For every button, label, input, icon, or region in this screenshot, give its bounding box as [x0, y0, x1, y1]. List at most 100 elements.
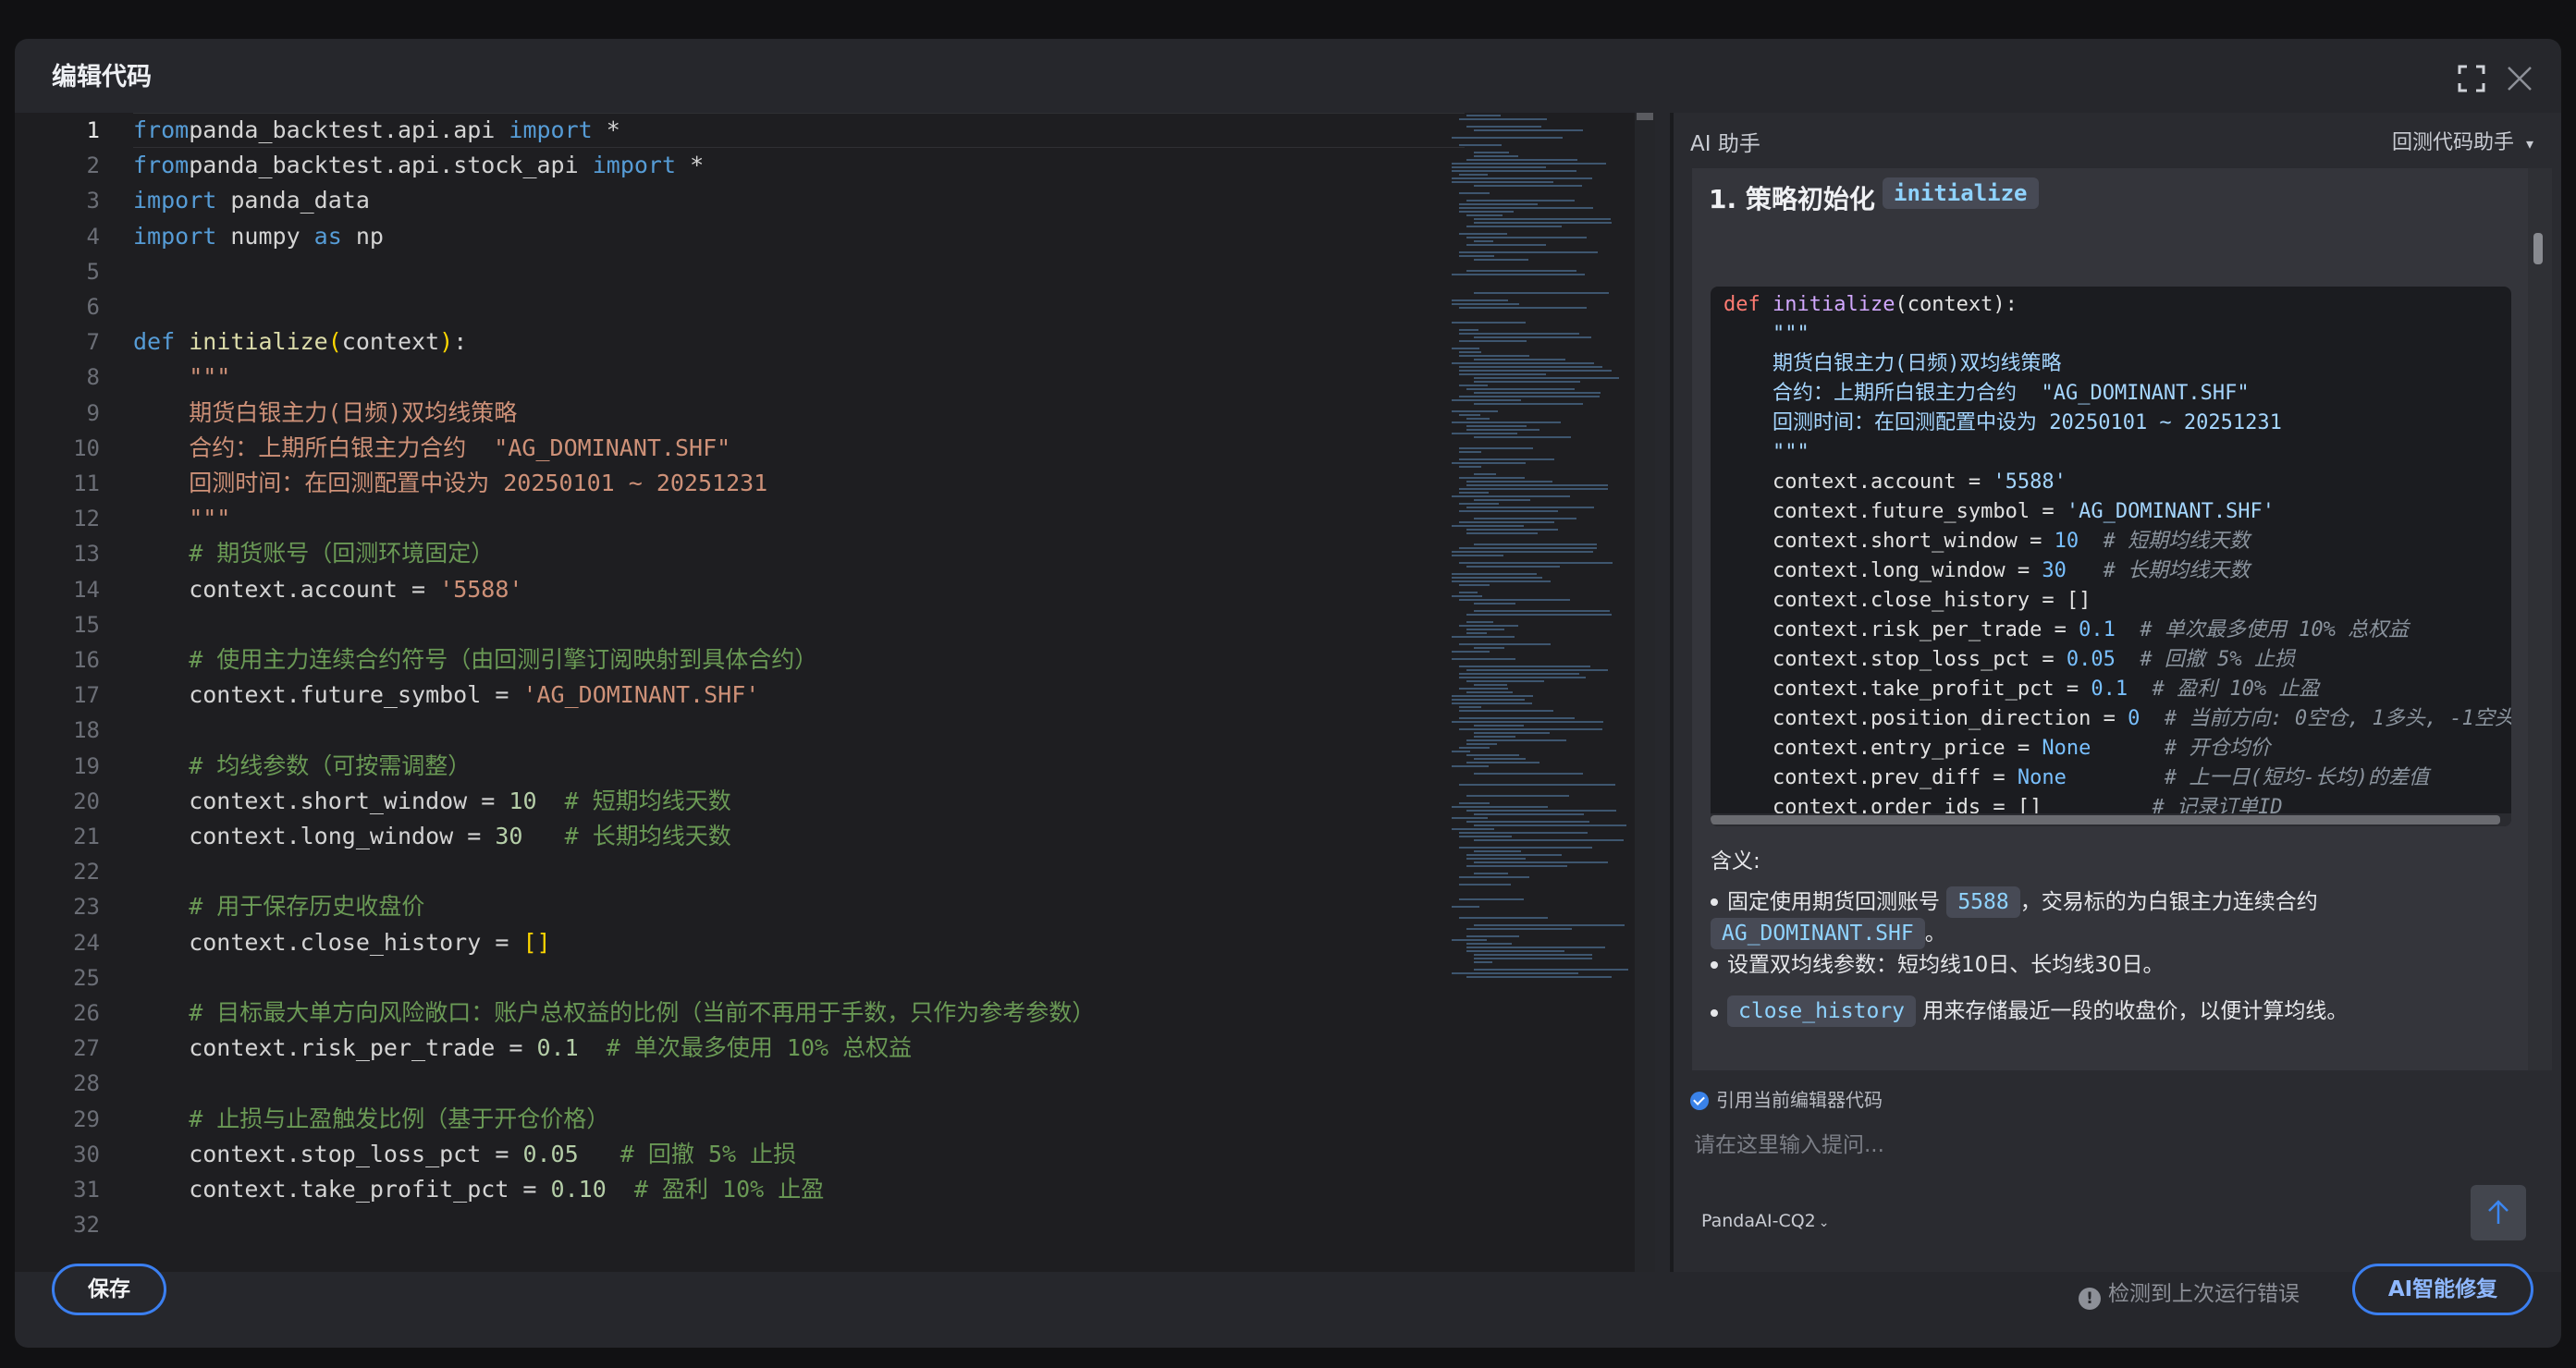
code-token: ) — [439, 328, 454, 355]
minimap-line — [1459, 747, 1490, 749]
line-number: 5 — [86, 259, 100, 285]
code-line[interactable]: import panda_data — [133, 183, 370, 218]
minimap[interactable] — [1448, 113, 1651, 1272]
minimap-line — [1474, 603, 1515, 605]
ai-code-token: context.close_history = [] — [1723, 589, 2091, 612]
code-token: # 止损与止盈触发比例（基于开仓价格） — [133, 1105, 610, 1132]
minimap-line — [1459, 492, 1489, 494]
symbol-chip: AG_DOMINANT.SHF — [1711, 918, 1925, 949]
ai-code-token — [1760, 293, 1773, 316]
minimap-line — [1459, 706, 1481, 708]
code-line[interactable]: context.risk_per_trade = 0.1 # 单次最多使用 10… — [133, 1031, 912, 1066]
question-input[interactable] — [1692, 1124, 2491, 1166]
code-token: """ — [133, 363, 231, 390]
bullet-1: 固定使用期货回测账号 5588 ，交易标的为白银主力连续合约 — [1727, 884, 2318, 918]
minimap-line — [1452, 580, 1551, 582]
send-button[interactable] — [2471, 1185, 2526, 1240]
code-token: # 长期均线天数 — [522, 823, 731, 849]
code-line[interactable]: # 止损与止盈触发比例（基于开仓价格） — [133, 1102, 609, 1137]
check-icon[interactable] — [1690, 1092, 1709, 1110]
code-line[interactable]: # 使用主力连续合约符号（由回测引擎订阅映射到具体合约） — [133, 642, 817, 678]
chat-scrollbar[interactable] — [2528, 168, 2552, 1070]
code-token: import — [592, 152, 677, 178]
line-number: 24 — [73, 930, 100, 956]
minimap-line — [1466, 810, 1616, 812]
code-line[interactable]: context.take_profit_pct = 0.10 # 盈利 10% … — [133, 1172, 824, 1207]
ai-fix-button[interactable]: AI智能修复 — [2352, 1264, 2533, 1315]
minimap-line — [1459, 307, 1587, 309]
ai-code-token: context.entry_price = — [1723, 737, 2042, 760]
minimap-line — [1466, 214, 1503, 216]
code-line[interactable]: context.long_window = 30 # 长期均线天数 — [133, 819, 731, 854]
code-line[interactable]: def initialize(context): — [133, 324, 467, 360]
code-line[interactable]: context.account = '5588' — [133, 572, 522, 607]
minimap-line — [1466, 976, 1612, 978]
fullscreen-icon — [2458, 65, 2485, 92]
minimap-line — [1452, 751, 1470, 752]
minimap-line — [1452, 765, 1489, 767]
chat-scroll-thumb[interactable] — [2533, 233, 2543, 264]
minimap-line — [1459, 355, 1529, 357]
code-area[interactable]: frompanda_backtest.api.api import * fromp… — [133, 113, 1465, 1272]
code-line[interactable]: context.short_window = 10 # 短期均线天数 — [133, 784, 731, 819]
ai-code-block[interactable]: context.order_ids = [] # 记录订单ID context.… — [1711, 287, 2511, 826]
code-token: # 使用主力连续合约符号（由回测引擎订阅映射到具体合约） — [133, 646, 818, 673]
editor-scroll-thumb[interactable] — [1637, 113, 1653, 120]
line-number: 3 — [86, 188, 100, 214]
bullet-1-text: 固定使用期货回测账号 — [1727, 890, 1940, 914]
code-line[interactable]: """ — [133, 501, 230, 536]
close-button[interactable] — [2504, 63, 2535, 94]
code-line[interactable]: # 用于保存历史收盘价 — [133, 889, 424, 924]
code-token: import — [509, 116, 593, 143]
model-select[interactable]: PandaAI-CQ2 ⌄ — [1701, 1211, 1830, 1231]
minimap-line — [1459, 876, 1529, 878]
code-token: 10 — [509, 788, 537, 814]
line-number: 4 — [86, 224, 100, 250]
code-line[interactable]: # 目标最大单方向风险敞口：账户总权益的比例（当前不再用于手数，只作为参考参数） — [133, 995, 1095, 1031]
minimap-line — [1459, 233, 1507, 235]
minimap-line — [1452, 525, 1524, 527]
code-line[interactable]: frompanda_backtest.api.api import * — [133, 113, 620, 148]
minimap-line — [1452, 702, 1532, 704]
minimap-line — [1474, 773, 1583, 775]
minimap-line — [1459, 836, 1512, 837]
code-line[interactable]: frompanda_backtest.api.stock_api import … — [133, 148, 704, 183]
chevron-down-icon: ▾ — [2525, 135, 2533, 153]
code-editor[interactable]: 1 2 3 4 5 6 7 8 9 10 11 12 13 14 15 16 17 18 19 20 21 22 23 24 2… — [15, 113, 1655, 1272]
line-number: 6 — [86, 294, 100, 320]
code-line[interactable]: context.future_symbol = 'AG_DOMINANT.SHF… — [133, 678, 759, 713]
assistant-mode-select[interactable]: 回测代码助手 ▾ — [2392, 126, 2533, 155]
code-line[interactable]: # 期货账号（回测环境固定） — [133, 536, 494, 571]
minimap-line — [1459, 333, 1579, 335]
code-token: """ — [133, 505, 231, 531]
code-line[interactable]: 期货白银主力(日频)双均线策略 — [133, 396, 517, 431]
ai-code-token: (context): — [1895, 293, 2018, 316]
minimap-line — [1452, 163, 1606, 165]
minimap-line — [1452, 595, 1482, 597]
ai-code-line: """ — [1723, 320, 1809, 349]
minimap-line — [1466, 680, 1544, 682]
minimap-line — [1474, 544, 1597, 545]
code-line[interactable]: 合约：上期所白银主力合约 "AG_DOMINANT.SHF" — [133, 431, 730, 466]
reference-editor-code-toggle[interactable]: 引用当前编辑器代码 — [1690, 1085, 1883, 1112]
code-line[interactable]: """ — [133, 360, 230, 395]
editor-scrollbar[interactable] — [1635, 113, 1655, 1272]
code-line[interactable]: # 均线参数（可按需调整） — [133, 749, 471, 784]
minimap-line — [1459, 599, 1570, 601]
chat-messages[interactable]: 1. 策略初始化 initialize context.order_ids = … — [1692, 168, 2528, 1070]
ai-code-token: # 当前方向: 0空仓, 1多头, -1空头 — [2140, 707, 2511, 730]
code-line[interactable]: import numpy as np — [133, 219, 384, 254]
code-line[interactable]: 回测时间：在回测配置中设为 20250101 ~ 20251231 — [133, 466, 767, 501]
code-line[interactable]: context.close_history = [] — [133, 925, 550, 960]
fullscreen-button[interactable] — [2456, 63, 2487, 94]
code-line[interactable]: context.stop_loss_pct = 0.05 # 回撤 5% 止损 — [133, 1137, 796, 1172]
minimap-line — [1474, 518, 1576, 519]
save-button[interactable]: 保存 — [52, 1264, 166, 1315]
line-number: 30 — [73, 1142, 100, 1167]
minimap-line — [1459, 625, 1518, 627]
minimap-line — [1466, 388, 1575, 390]
minimap-line — [1474, 292, 1609, 294]
minimap-line — [1459, 643, 1551, 645]
code-block-hscroll-thumb[interactable] — [1711, 815, 2500, 824]
minimap-line — [1459, 917, 1548, 919]
